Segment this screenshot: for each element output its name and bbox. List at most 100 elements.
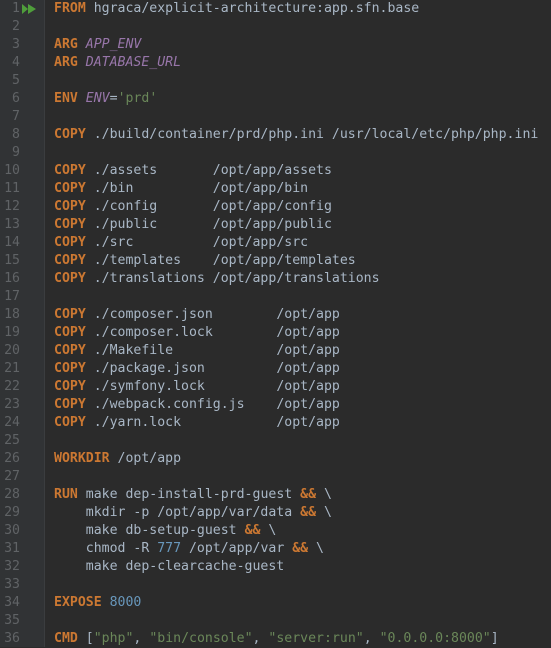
code-line[interactable]: 28 RUN make dep-install-prd-guest && \: [0, 486, 551, 504]
code-editor[interactable]: 1 FROM hgraca/explicit-architecture:app.s…: [0, 0, 551, 647]
keyword-token: COPY: [54, 217, 86, 232]
variable-token: ENV: [85, 91, 110, 106]
code-text: COPY ./composer.json /opt/app: [54, 306, 340, 324]
run-icon[interactable]: [22, 4, 36, 14]
code-line[interactable]: 34 EXPOSE 8000: [0, 594, 551, 612]
code-line[interactable]: 1 FROM hgraca/explicit-architecture:app.s…: [0, 0, 551, 18]
text-token: ./symfony.lock /opt/app: [85, 379, 340, 394]
string-token: "bin/console": [149, 631, 253, 646]
text-token: ./src /opt/app/src: [85, 235, 309, 250]
code-line[interactable]: 18 COPY ./composer.json /opt/app: [0, 306, 551, 324]
code-line[interactable]: 8 COPY ./build/container/prd/php.ini /usr…: [0, 126, 551, 144]
line-number: 15: [4, 253, 20, 268]
text-token: ./templates /opt/app/templates: [85, 253, 356, 268]
code-line[interactable]: 17: [0, 288, 551, 306]
text-token: /opt/app/var: [181, 541, 293, 556]
keyword-token: COPY: [54, 397, 86, 412]
code-text: COPY ./webpack.config.js /opt/app: [54, 396, 340, 414]
keyword-token: COPY: [54, 271, 86, 286]
text-token: ,: [133, 631, 150, 646]
code-text: COPY ./translations /opt/app/translation…: [54, 270, 380, 288]
keyword-token: COPY: [54, 199, 86, 214]
code-line[interactable]: 26 WORKDIR /opt/app: [0, 450, 551, 468]
code-text: RUN make dep-install-prd-guest && \: [54, 486, 332, 504]
keyword-token: COPY: [54, 415, 86, 430]
code-text: COPY ./composer.lock /opt/app: [54, 324, 340, 342]
keyword-token: &&: [300, 487, 317, 502]
code-text: COPY ./src /opt/app/src: [54, 234, 308, 252]
code-text: CMD ["php", "bin/console", "server:run",…: [54, 630, 499, 648]
code-line[interactable]: 10 COPY ./assets /opt/app/assets: [0, 162, 551, 180]
string-token: "php": [93, 631, 134, 646]
line-number: 14: [4, 235, 20, 250]
text-token: [: [77, 631, 94, 646]
code-line[interactable]: 15 COPY ./templates /opt/app/templates: [0, 252, 551, 270]
code-line[interactable]: 13 COPY ./public /opt/app/public: [0, 216, 551, 234]
number-token: 777: [157, 541, 182, 556]
code-text: mkdir -p /opt/app/var/data && \: [54, 504, 332, 522]
line-number: 35: [4, 613, 20, 628]
text-token: ./webpack.config.js /opt/app: [85, 397, 340, 412]
text-token: ]: [490, 631, 499, 646]
text-token: make dep-clearcache-guest: [54, 559, 285, 574]
text-token: =: [109, 91, 118, 106]
code-line[interactable]: 36 CMD ["php", "bin/console", "server:run…: [0, 630, 551, 648]
keyword-token: ARG: [54, 55, 78, 70]
string-token: "0.0.0.0:8000": [379, 631, 491, 646]
code-line[interactable]: 21 COPY ./package.json /opt/app: [0, 360, 551, 378]
code-line[interactable]: 2: [0, 18, 551, 36]
code-line[interactable]: 32 make dep-clearcache-guest: [0, 558, 551, 576]
code-line[interactable]: 33: [0, 576, 551, 594]
text-token: ./composer.json /opt/app: [85, 307, 340, 322]
code-text: COPY ./Makefile /opt/app: [54, 342, 340, 360]
keyword-token: COPY: [54, 343, 86, 358]
code-text: ENV ENV='prd': [54, 90, 157, 108]
keyword-token: COPY: [54, 361, 86, 376]
code-line[interactable]: 23 COPY ./webpack.config.js /opt/app: [0, 396, 551, 414]
code-text: make db-setup-guest && \: [54, 522, 277, 540]
code-line[interactable]: 24 COPY ./yarn.lock /opt/app: [0, 414, 551, 432]
text-token: /opt/app: [109, 451, 182, 466]
code-line[interactable]: 22 COPY ./symfony.lock /opt/app: [0, 378, 551, 396]
text-token: ./Makefile /opt/app: [85, 343, 340, 358]
line-number: 1: [12, 1, 20, 16]
code-line[interactable]: 31 chmod -R 777 /opt/app/var && \: [0, 540, 551, 558]
line-number: 36: [4, 631, 20, 646]
code-line[interactable]: 6 ENV ENV='prd': [0, 90, 551, 108]
code-line[interactable]: 4 ARG DATABASE_URL: [0, 54, 551, 72]
code-line[interactable]: 7: [0, 108, 551, 126]
line-number: 18: [4, 307, 20, 322]
keyword-token: COPY: [54, 307, 86, 322]
code-line[interactable]: 25: [0, 432, 551, 450]
code-text: WORKDIR /opt/app: [54, 450, 181, 468]
code-line[interactable]: 19 COPY ./composer.lock /opt/app: [0, 324, 551, 342]
code-line[interactable]: 35: [0, 612, 551, 630]
code-line[interactable]: 12 COPY ./config /opt/app/config: [0, 198, 551, 216]
line-number: 19: [4, 325, 20, 340]
code-line[interactable]: 11 COPY ./bin /opt/app/bin: [0, 180, 551, 198]
code-line[interactable]: 14 COPY ./src /opt/app/src: [0, 234, 551, 252]
text-token: ./public /opt/app/public: [85, 217, 332, 232]
code-line[interactable]: 3 ARG APP_ENV: [0, 36, 551, 54]
line-number: 12: [4, 199, 20, 214]
line-number: 17: [4, 289, 20, 304]
text-token: ./translations /opt/app/translations: [85, 271, 380, 286]
text-token: \: [316, 487, 332, 502]
code-line[interactable]: 29 mkdir -p /opt/app/var/data && \: [0, 504, 551, 522]
text-token: ,: [363, 631, 380, 646]
text-token: ./package.json /opt/app: [85, 361, 340, 376]
line-number: 11: [4, 181, 20, 196]
code-text: make dep-clearcache-guest: [54, 558, 285, 576]
text-token: ./yarn.lock /opt/app: [85, 415, 340, 430]
line-number: 6: [12, 91, 20, 106]
line-number: 7: [12, 109, 20, 124]
code-line[interactable]: 9: [0, 144, 551, 162]
line-number: 31: [4, 541, 20, 556]
code-line[interactable]: 5: [0, 72, 551, 90]
text-token: chmod -R: [54, 541, 158, 556]
code-line[interactable]: 30 make db-setup-guest && \: [0, 522, 551, 540]
code-line[interactable]: 20 COPY ./Makefile /opt/app: [0, 342, 551, 360]
code-line[interactable]: 27: [0, 468, 551, 486]
code-line[interactable]: 16 COPY ./translations /opt/app/translati…: [0, 270, 551, 288]
